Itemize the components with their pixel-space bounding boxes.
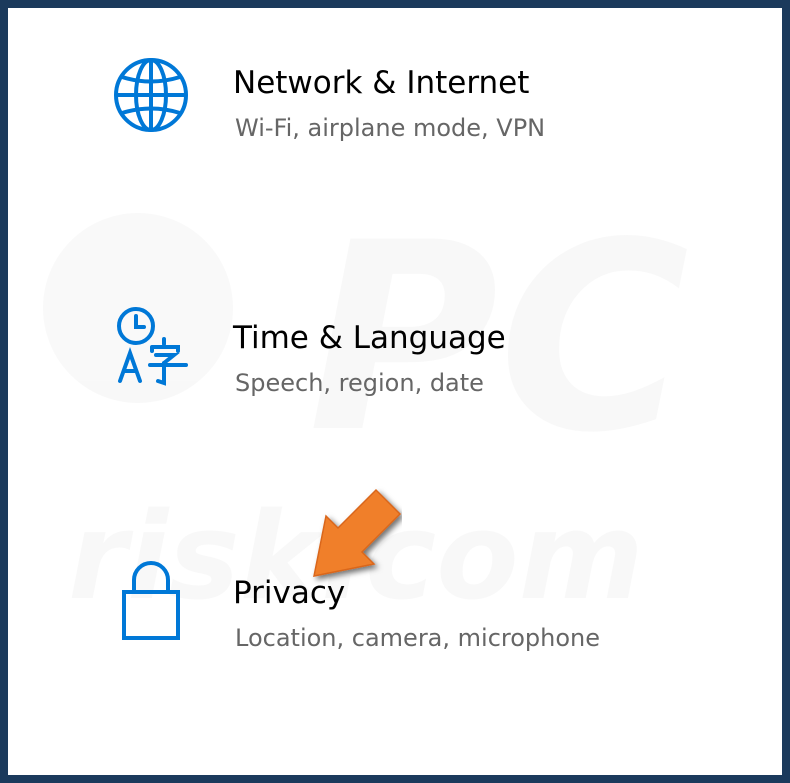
time-language-icon [117, 307, 188, 386]
settings-item-time-language[interactable]: Time & Language Speech, region, date [8, 283, 782, 463]
settings-item-subtitle: Wi-Fi, airplane mode, VPN [235, 114, 546, 142]
settings-item-title: Network & Internet [233, 65, 530, 101]
settings-item-title: Time & Language [233, 320, 506, 356]
pointer-arrow-icon [313, 488, 402, 577]
settings-item-network[interactable]: Network & Internet Wi-Fi, airplane mode,… [8, 28, 782, 208]
settings-item-subtitle: Location, camera, microphone [235, 624, 601, 652]
lock-icon [122, 561, 180, 640]
settings-window: PC risk.com Network & Internet Wi-Fi, ai… [8, 8, 782, 775]
settings-item-subtitle: Speech, region, date [235, 369, 484, 397]
globe-icon [114, 58, 188, 132]
